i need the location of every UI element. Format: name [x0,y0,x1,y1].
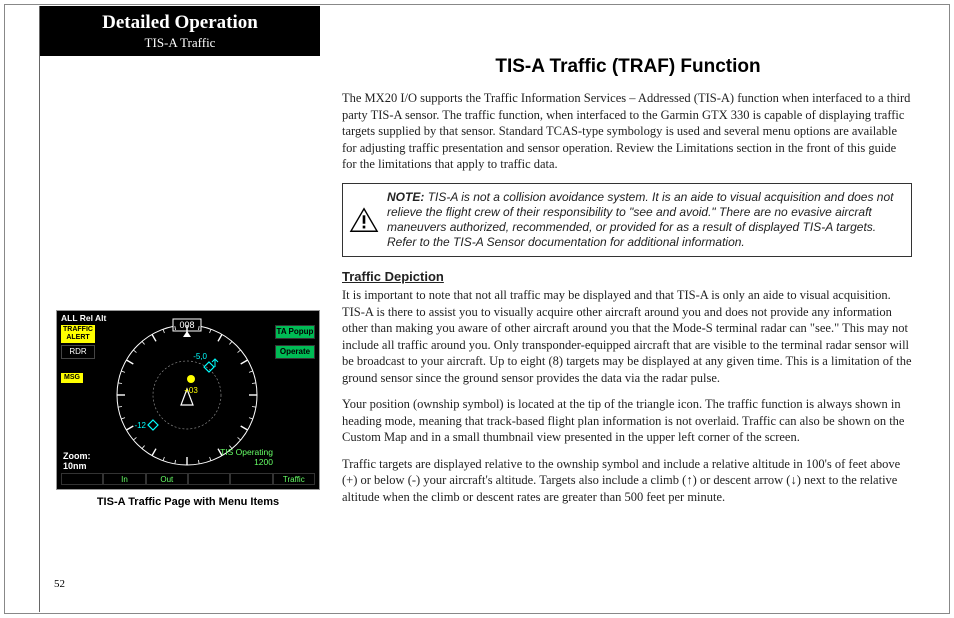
zoom-value: 10nm [63,461,87,471]
paragraph-3: Your position (ownship symbol) is locate… [342,396,912,446]
figure-caption: TIS-A Traffic Page with Menu Items [56,496,320,508]
left-margin-rule [39,6,40,612]
out-softkey: Out [146,473,188,485]
rdr-softkey: RDR [61,345,95,359]
tis-status: TIS Operating 1200 [220,447,273,467]
note-label: NOTE: [387,190,424,204]
paragraph-2: It is important to note that not all tra… [342,287,912,386]
note-text: TIS-A is not a collision avoidance syste… [387,190,894,249]
operate-softkey: Operate [275,345,315,359]
tis-operating-label: TIS Operating [220,447,273,457]
subsection-heading: Traffic Depiction [342,269,912,286]
in-softkey: In [103,473,145,485]
traffic-softkey: Traffic [273,473,315,485]
svg-text:+03: +03 [184,386,198,395]
traffic-alert-line1: TRAFFIC [63,326,93,333]
para4-part-b: ) or descent arrow ( [693,473,791,487]
section-header: Detailed Operation TIS-A Traffic [40,6,320,56]
svg-text:-12: -12 [134,421,146,430]
page-title: TIS-A Traffic (TRAF) Function [342,56,914,78]
paragraph-4: Traffic targets are displayed relative t… [342,456,912,506]
page-number: 52 [54,578,65,590]
traffic-page-screenshot: ALL Rel Alt TRAFFIC ALERT RDR MSG TA Pop… [56,310,320,490]
note-box: NOTE: TIS-A is not a collision avoidance… [342,183,912,257]
squawk-code: 1200 [254,457,273,467]
section-subtitle: TIS-A Traffic [40,34,320,52]
bottom-softkey-bar: In Out Traffic [61,473,315,485]
svg-text:-5,0: -5,0 [193,352,207,361]
body-text: The MX20 I/O supports the Traffic Inform… [342,90,912,515]
ta-popup-softkey: TA Popup [275,325,315,339]
msg-badge: MSG [61,373,83,383]
mode-label: ALL Rel Alt [61,313,106,323]
zoom-readout: Zoom: 10nm [63,451,91,471]
traffic-alert-badge: TRAFFIC ALERT [61,325,95,343]
figure: ALL Rel Alt TRAFFIC ALERT RDR MSG TA Pop… [56,310,320,508]
section-title: Detailed Operation [40,12,320,34]
caution-icon [349,206,379,234]
intro-paragraph: The MX20 I/O supports the Traffic Inform… [342,90,912,173]
zoom-label: Zoom: [63,451,91,461]
traffic-alert-line2: ALERT [66,334,89,341]
